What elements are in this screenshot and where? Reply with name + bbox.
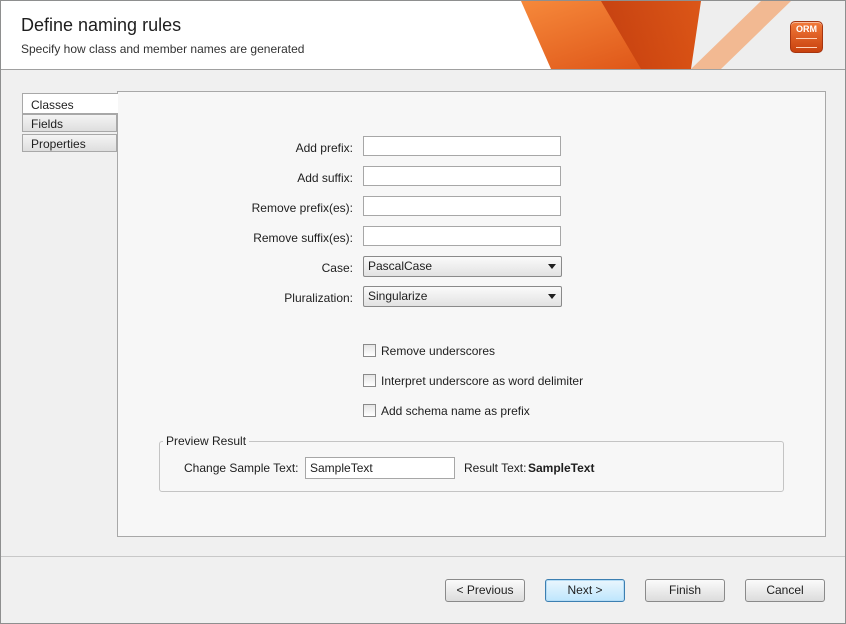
- schema-prefix-option[interactable]: Add schema name as prefix: [363, 403, 530, 419]
- orm-logo-icon: ORM: [790, 21, 823, 53]
- add-suffix-input[interactable]: [363, 166, 561, 186]
- add-prefix-input[interactable]: [363, 136, 561, 156]
- add-suffix-label: Add suffix:: [297, 171, 353, 185]
- chevron-down-icon: [548, 264, 556, 269]
- remove-suffixes-input[interactable]: [363, 226, 561, 246]
- case-select[interactable]: PascalCase: [363, 256, 562, 277]
- result-text-value: SampleText: [528, 461, 595, 475]
- pluralization-select-value: Singularize: [368, 289, 428, 303]
- remove-underscores-checkbox[interactable]: [363, 344, 376, 358]
- tab-fields[interactable]: Fields: [22, 114, 117, 132]
- finish-button[interactable]: Finish: [645, 579, 725, 602]
- schema-prefix-label: Add schema name as prefix: [381, 403, 530, 418]
- orm-logo-text: ORM: [796, 24, 817, 34]
- sample-text-input[interactable]: SampleText: [305, 457, 455, 479]
- case-select-value: PascalCase: [368, 259, 433, 273]
- add-prefix-label: Add prefix:: [295, 141, 353, 155]
- previous-button[interactable]: < Previous: [445, 579, 525, 602]
- preview-result-legend: Preview Result: [163, 434, 250, 448]
- case-label: Case:: [321, 261, 353, 275]
- pluralization-select[interactable]: Singularize: [363, 286, 562, 307]
- remove-suffixes-label: Remove suffix(es):: [253, 231, 353, 245]
- pluralization-label: Pluralization:: [284, 291, 353, 305]
- chevron-down-icon: [548, 294, 556, 299]
- footer-divider: [1, 556, 845, 557]
- tab-properties[interactable]: Properties: [22, 134, 117, 152]
- underscore-delimiter-option[interactable]: Interpret underscore as word delimiter: [363, 373, 583, 389]
- remove-underscores-option[interactable]: Remove underscores: [363, 343, 495, 359]
- remove-prefixes-input[interactable]: [363, 196, 561, 216]
- tab-classes[interactable]: Classes: [22, 93, 118, 114]
- underscore-delimiter-label: Interpret underscore as word delimiter: [381, 373, 584, 388]
- result-text-label: Result Text:: [464, 461, 527, 475]
- next-button[interactable]: Next >: [545, 579, 625, 602]
- page-title: Define naming rules: [21, 15, 182, 35]
- remove-underscores-label: Remove underscores: [381, 343, 496, 358]
- page-subtitle: Specify how class and member names are g…: [21, 42, 305, 56]
- schema-prefix-checkbox[interactable]: [363, 404, 376, 418]
- cancel-button[interactable]: Cancel: [745, 579, 825, 602]
- underscore-delimiter-checkbox[interactable]: [363, 374, 376, 388]
- sample-text-label: Change Sample Text:: [184, 461, 299, 475]
- remove-prefixes-label: Remove prefix(es):: [251, 201, 353, 215]
- wizard-header: Define naming rules Specify how class an…: [1, 1, 845, 70]
